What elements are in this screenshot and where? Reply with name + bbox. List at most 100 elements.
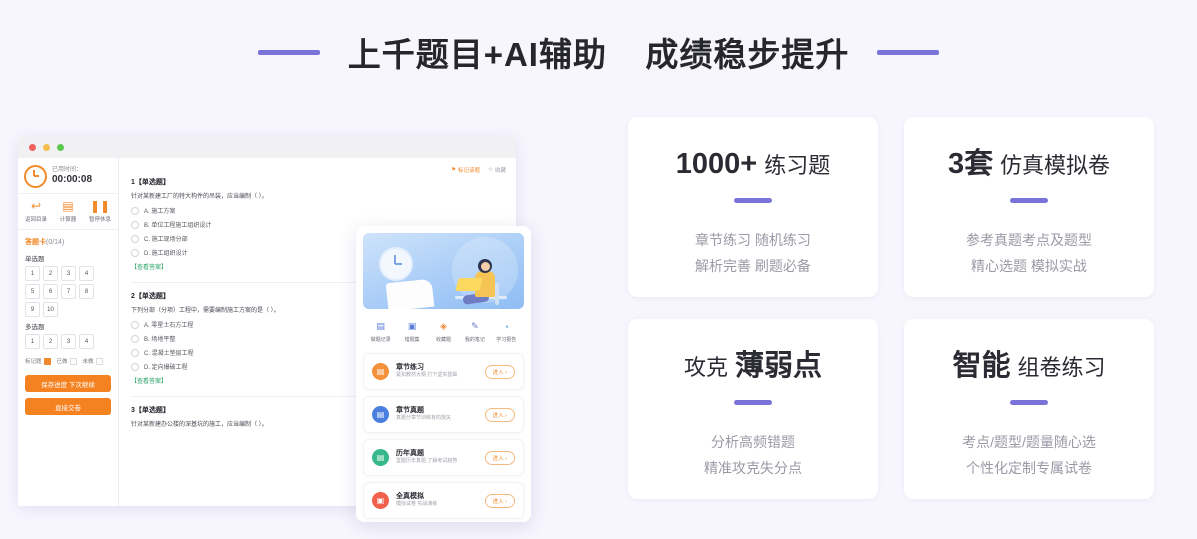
list-item[interactable]: ▤ 历年真题 堂握历年真题 了解考试趋势 进入 ›: [363, 439, 524, 476]
legend-label: 标记题: [25, 359, 42, 365]
radio-icon: [131, 248, 139, 257]
question-number[interactable]: 4: [79, 266, 94, 281]
list-item-subtitle: 真题分章节训练有的放矢: [396, 415, 452, 422]
list-item[interactable]: ▤ 章节练习 紧扣教材大纲 打下坚实基础 进入 ›: [363, 353, 524, 390]
card-rule: [1010, 400, 1048, 405]
answer-sheet: 答题卡(0/14) 单选题 1 2 3 4 5 6 7 8 9 10 多选题 1…: [18, 230, 118, 369]
card-rule: [734, 198, 772, 203]
note-icon: ✎: [471, 321, 479, 331]
question-number[interactable]: 3: [61, 334, 76, 349]
list-item-subtitle: 模拟试卷 实战演练: [396, 501, 438, 508]
tool-label: 返回目录: [24, 217, 47, 223]
record-icon: ▤: [376, 321, 385, 331]
radio-icon: [131, 334, 139, 343]
quick-item-label: 错题集: [404, 337, 420, 343]
group-label-multi: 多选题: [25, 324, 45, 331]
card-rule: [1010, 198, 1048, 203]
card-title: 攻克 薄弱点: [684, 352, 822, 381]
tool-calculator[interactable]: ▤ 计算器: [53, 200, 84, 223]
exam-toolbar: ↩ 返回目录 ▤ 计算器 ❚❚ 暂停休息: [18, 194, 118, 230]
question-number[interactable]: 2: [43, 266, 58, 281]
favorite-question-button[interactable]: ☆ 收藏: [488, 166, 506, 174]
enter-button[interactable]: 进入 ›: [484, 407, 515, 422]
card-subtitle: 考点/题型/题量随心选 个性化定制专属试卷: [962, 429, 1096, 481]
tool-label: 暂停休息: [88, 217, 111, 223]
list-item-title: 全真模拟: [396, 493, 424, 501]
question-number[interactable]: 1: [25, 266, 40, 281]
feature-card-grid: 1000+ 练习题 章节练习 随机练习 解析完善 刷题必备 3套 仿真模拟卷 参…: [628, 117, 1176, 519]
close-dot-icon[interactable]: [29, 143, 36, 151]
feature-card-mock[interactable]: 3套 仿真模拟卷 参考真题考点及题型 精心选题 模拟实战: [904, 117, 1154, 297]
option-label: D. 施工组织设计: [144, 251, 188, 257]
submit-exam-button[interactable]: 直接交卷: [25, 398, 111, 415]
question-number[interactable]: 6: [43, 284, 58, 299]
minimize-dot-icon[interactable]: [43, 143, 50, 151]
timer-text: 已用时间： 00:00:08: [52, 167, 92, 187]
question-number[interactable]: 2: [43, 334, 58, 349]
question-number[interactable]: 1: [25, 334, 40, 349]
person-face-shape: [481, 262, 490, 271]
legend-swatch-marked-icon: [43, 357, 51, 365]
option-label: B. 场地平整: [144, 337, 176, 343]
tool-pause[interactable]: ❚❚ 暂停休息: [85, 200, 116, 223]
quick-item-note[interactable]: ✎ 我的笔记: [460, 320, 490, 343]
paper-icon: [385, 278, 435, 309]
radio-icon: [131, 206, 139, 215]
legend-label: 已做: [56, 359, 68, 365]
exam-timer: 已用时间： 00:00:08: [18, 158, 118, 194]
question-number[interactable]: 4: [79, 334, 94, 349]
feature-card-weakpoint[interactable]: 攻克 薄弱点 分析高频错题 精准攻克失分点: [628, 319, 878, 499]
question-number[interactable]: 10: [43, 302, 58, 317]
phone-mockup: ▤ 做题记录 ▣ 错题集 ◈ 收藏题 ✎ 我的笔记 ◔ 学习报告 ▤ 章节练习 …: [356, 226, 531, 522]
answer-sheet-label: 答题卡: [25, 239, 46, 246]
question-number[interactable]: 8: [79, 284, 94, 299]
header-dash-left: [257, 49, 320, 55]
card-title: 3套 仿真模拟卷: [948, 150, 1110, 179]
quick-item-label: 收藏题: [435, 337, 451, 343]
feature-card-smart[interactable]: 智能 组卷练习 考点/题型/题量随心选 个性化定制专属试卷: [904, 319, 1154, 499]
radio-icon: [131, 348, 139, 357]
timer-value: 00:00:08: [52, 174, 93, 185]
question-option[interactable]: A. 施工方案: [131, 206, 506, 215]
header-dash-right: [877, 49, 940, 55]
enter-button[interactable]: 进入 ›: [484, 450, 515, 465]
phone-entry-list: ▤ 章节练习 紧扣教材大纲 打下坚实基础 进入 › ▤ 章节真题 真题分章节训练…: [363, 353, 524, 519]
question-number[interactable]: 3: [61, 266, 76, 281]
legend-undone: 未做: [83, 357, 103, 365]
laptop-icon: [455, 278, 483, 291]
page-title-part1: 上千题目+AI辅助: [347, 36, 607, 73]
quick-item-label: 我的笔记: [464, 337, 485, 343]
answer-sheet-count: (0/14): [46, 239, 65, 246]
past-exam-icon: ▤: [372, 449, 389, 466]
legend-done: 已做: [57, 357, 77, 365]
card-title: 1000+ 练习题: [676, 150, 830, 179]
card-subtitle-line1: 分析高频错题: [711, 434, 795, 450]
chapter-exam-icon: ▤: [372, 406, 389, 423]
mark-question-button[interactable]: ⚑ 标记该题: [451, 166, 480, 174]
list-item-title: 章节真题: [396, 407, 424, 415]
tool-back-to-catalog[interactable]: ↩ 返回目录: [21, 200, 52, 223]
mark-question-label: 标记该题: [458, 168, 481, 174]
wrong-set-icon: ▣: [407, 321, 417, 331]
quick-item-wrong-set[interactable]: ▣ 错题集: [397, 320, 427, 343]
quick-item-label: 学习报告: [496, 337, 517, 343]
enter-button[interactable]: 进入 ›: [484, 493, 515, 508]
card-title-strong: 1000+: [675, 148, 758, 180]
question-number[interactable]: 7: [61, 284, 76, 299]
card-title: 智能 组卷练习: [953, 352, 1106, 381]
enter-button[interactable]: 进入 ›: [484, 364, 515, 379]
list-item[interactable]: ▤ 章节真题 真题分章节训练有的放矢 进入 ›: [363, 396, 524, 433]
quick-item-favorite[interactable]: ◈ 收藏题: [428, 320, 458, 343]
question-number[interactable]: 5: [25, 284, 40, 299]
question-number[interactable]: 9: [25, 302, 40, 317]
save-progress-button[interactable]: 保存进度 下次继续: [25, 375, 111, 392]
card-subtitle-line2: 个性化定制专属试卷: [966, 460, 1092, 476]
list-item[interactable]: ▣ 全真模拟 模拟试卷 实战演练 进入 ›: [363, 482, 524, 519]
quick-item-report[interactable]: ◔ 学习报告: [491, 320, 521, 344]
feature-card-practice[interactable]: 1000+ 练习题 章节练习 随机练习 解析完善 刷题必备: [628, 117, 878, 297]
quick-item-record[interactable]: ▤ 做题记录: [366, 320, 396, 343]
card-subtitle-line2: 解析完善 刷题必备: [695, 258, 811, 274]
card-subtitle-line2: 精心选题 模拟实战: [971, 258, 1087, 274]
list-item-text: 全真模拟 模拟试卷 实战演练: [396, 492, 478, 509]
maximize-dot-icon[interactable]: [57, 143, 64, 151]
